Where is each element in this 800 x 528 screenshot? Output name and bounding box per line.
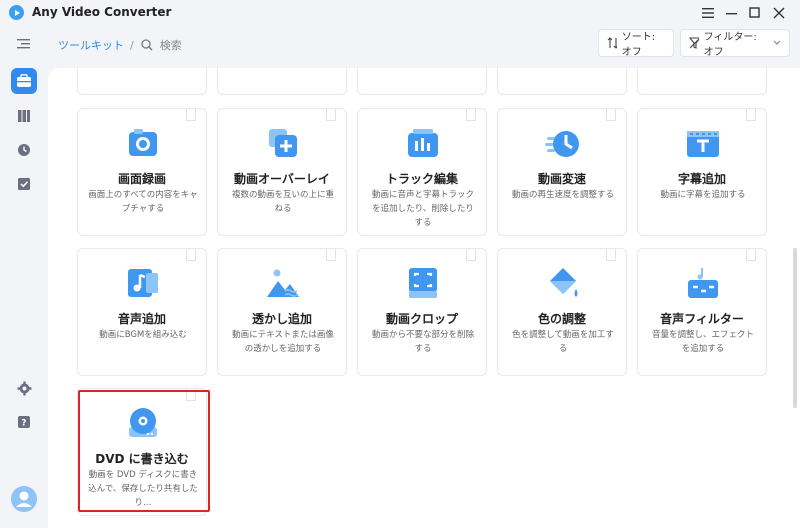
filter-icon [689, 37, 699, 49]
bookmark-icon[interactable] [606, 249, 616, 261]
tool-card-track-edit[interactable]: トラック編集 動画に音声と字幕トラックを追加したり、削除したりする [357, 108, 487, 236]
tasks-icon[interactable] [12, 172, 36, 196]
tool-card-video-speed[interactable]: 動画変速 動画の再生速度を調整する [497, 108, 627, 236]
tool-title: 画面録画 [117, 172, 166, 186]
chevron-down-icon [773, 38, 781, 49]
tool-card-partial[interactable] [497, 68, 627, 95]
history-icon[interactable] [12, 138, 36, 162]
search-input[interactable]: 検索 [160, 37, 182, 53]
sidebar: ? [0, 26, 48, 528]
sort-label: ソート:オフ [621, 32, 656, 58]
video-crop-icon [409, 268, 437, 298]
tool-description: 動画から不要な部分を削除する [371, 330, 474, 354]
help-icon[interactable]: ? [12, 410, 36, 434]
title-bar: Any Video Converter [0, 0, 800, 26]
tool-title: 音声追加 [117, 312, 166, 326]
tool-title: 色の調整 [537, 312, 586, 326]
bookmark-icon[interactable] [326, 109, 336, 121]
app-title: Any Video Converter [32, 5, 172, 19]
tool-card-partial[interactable] [217, 68, 347, 95]
filter-label: フィルター:オフ [703, 32, 757, 58]
track-edit-icon [408, 129, 438, 157]
tool-description: 動画の再生速度を調整する [511, 190, 614, 200]
tool-card-add-watermark[interactable]: 透かし追加 動画にテキストまたは画像の透かしを追加する [217, 248, 347, 376]
tool-description: 動画にテキストまたは画像の透かしを追加する [232, 330, 334, 354]
tool-description: 音量を調整し、エフェクトを追加する [651, 330, 754, 354]
breadcrumb: ツールキット / 検索 [58, 37, 182, 53]
minimize-icon[interactable] [722, 3, 742, 23]
tool-description: 複数の動画を互いの上に重ねる [231, 190, 334, 214]
bookmark-icon[interactable] [746, 249, 756, 261]
tool-card-partial[interactable] [637, 68, 767, 95]
add-audio-icon [128, 269, 158, 297]
color-adjust-icon [550, 268, 578, 297]
sort-icon [607, 37, 617, 49]
tool-card-color-adjust[interactable]: 色の調整 色を調整して動画を加工する [497, 248, 627, 376]
bookmark-icon[interactable] [466, 109, 476, 121]
sort-button[interactable]: ソート:オフ [598, 29, 674, 58]
bookmark-icon[interactable] [466, 249, 476, 261]
maximize-icon[interactable] [745, 3, 765, 23]
tool-card-add-subtitle[interactable]: 字幕追加 動画に字幕を追加する [637, 108, 767, 236]
tool-card-audio-filter[interactable]: 音声フィルター 音量を調整し、エフェクトを追加する [637, 248, 767, 376]
video-overlay-icon [269, 129, 297, 157]
tool-title: トラック編集 [385, 172, 458, 186]
breadcrumb-separator: / [130, 38, 134, 52]
collapse-icon[interactable] [12, 32, 36, 56]
tool-description: 色を調整して動画を加工する [512, 330, 614, 354]
screen-record-icon [129, 129, 157, 156]
add-watermark-icon [267, 269, 299, 297]
tool-description: 動画にBGMを組み込む [99, 330, 187, 340]
tool-title: 透かし追加 [251, 312, 312, 326]
bookmark-icon[interactable] [186, 109, 196, 121]
add-subtitle-icon [687, 131, 719, 157]
tool-description: 画面上のすべての内容をキャプチャする [88, 190, 198, 214]
tool-description: 動画に音声と字幕トラックを追加したり、削除したりする [371, 190, 474, 228]
selection-highlight [78, 390, 210, 512]
avatar[interactable] [10, 485, 38, 513]
tool-card-screen-record[interactable]: 画面録画 画面上のすべての内容をキャプチャする [77, 108, 207, 236]
tool-description: 動画に字幕を追加する [660, 190, 746, 200]
tool-card-partial[interactable] [357, 68, 487, 95]
filter-button[interactable]: フィルター:オフ [680, 29, 790, 58]
close-icon[interactable] [769, 3, 789, 23]
bookmark-icon[interactable] [326, 249, 336, 261]
tool-card-partial[interactable] [77, 68, 207, 95]
bookmark-icon[interactable] [606, 109, 616, 121]
search-icon[interactable] [140, 38, 154, 52]
tool-title: 音声フィルター [660, 312, 744, 326]
breadcrumb-toolkit-link[interactable]: ツールキット [58, 37, 124, 53]
bookmark-icon[interactable] [186, 249, 196, 261]
tool-title: 動画変速 [537, 172, 586, 186]
scrollbar[interactable] [793, 248, 797, 408]
tool-card-add-audio[interactable]: 音声追加 動画にBGMを組み込む [77, 248, 207, 376]
toolbox-icon[interactable] [11, 68, 37, 94]
app-logo-icon [9, 5, 24, 20]
bookmark-icon[interactable] [746, 109, 756, 121]
tool-title: 動画クロップ [385, 312, 458, 326]
library-icon[interactable] [12, 104, 36, 128]
tool-title: 動画オーバーレイ [234, 172, 330, 186]
tool-card-video-crop[interactable]: 動画クロップ 動画から不要な部分を削除する [357, 248, 487, 376]
video-speed-icon [545, 131, 579, 157]
audio-filter-icon [688, 268, 718, 298]
settings-icon[interactable] [12, 376, 36, 400]
tool-title: 字幕追加 [677, 172, 726, 186]
tool-card-video-overlay[interactable]: 動画オーバーレイ 複数の動画を互いの上に重ねる [217, 108, 347, 236]
menu-icon[interactable] [698, 3, 718, 23]
svg-text:?: ? [21, 419, 26, 429]
